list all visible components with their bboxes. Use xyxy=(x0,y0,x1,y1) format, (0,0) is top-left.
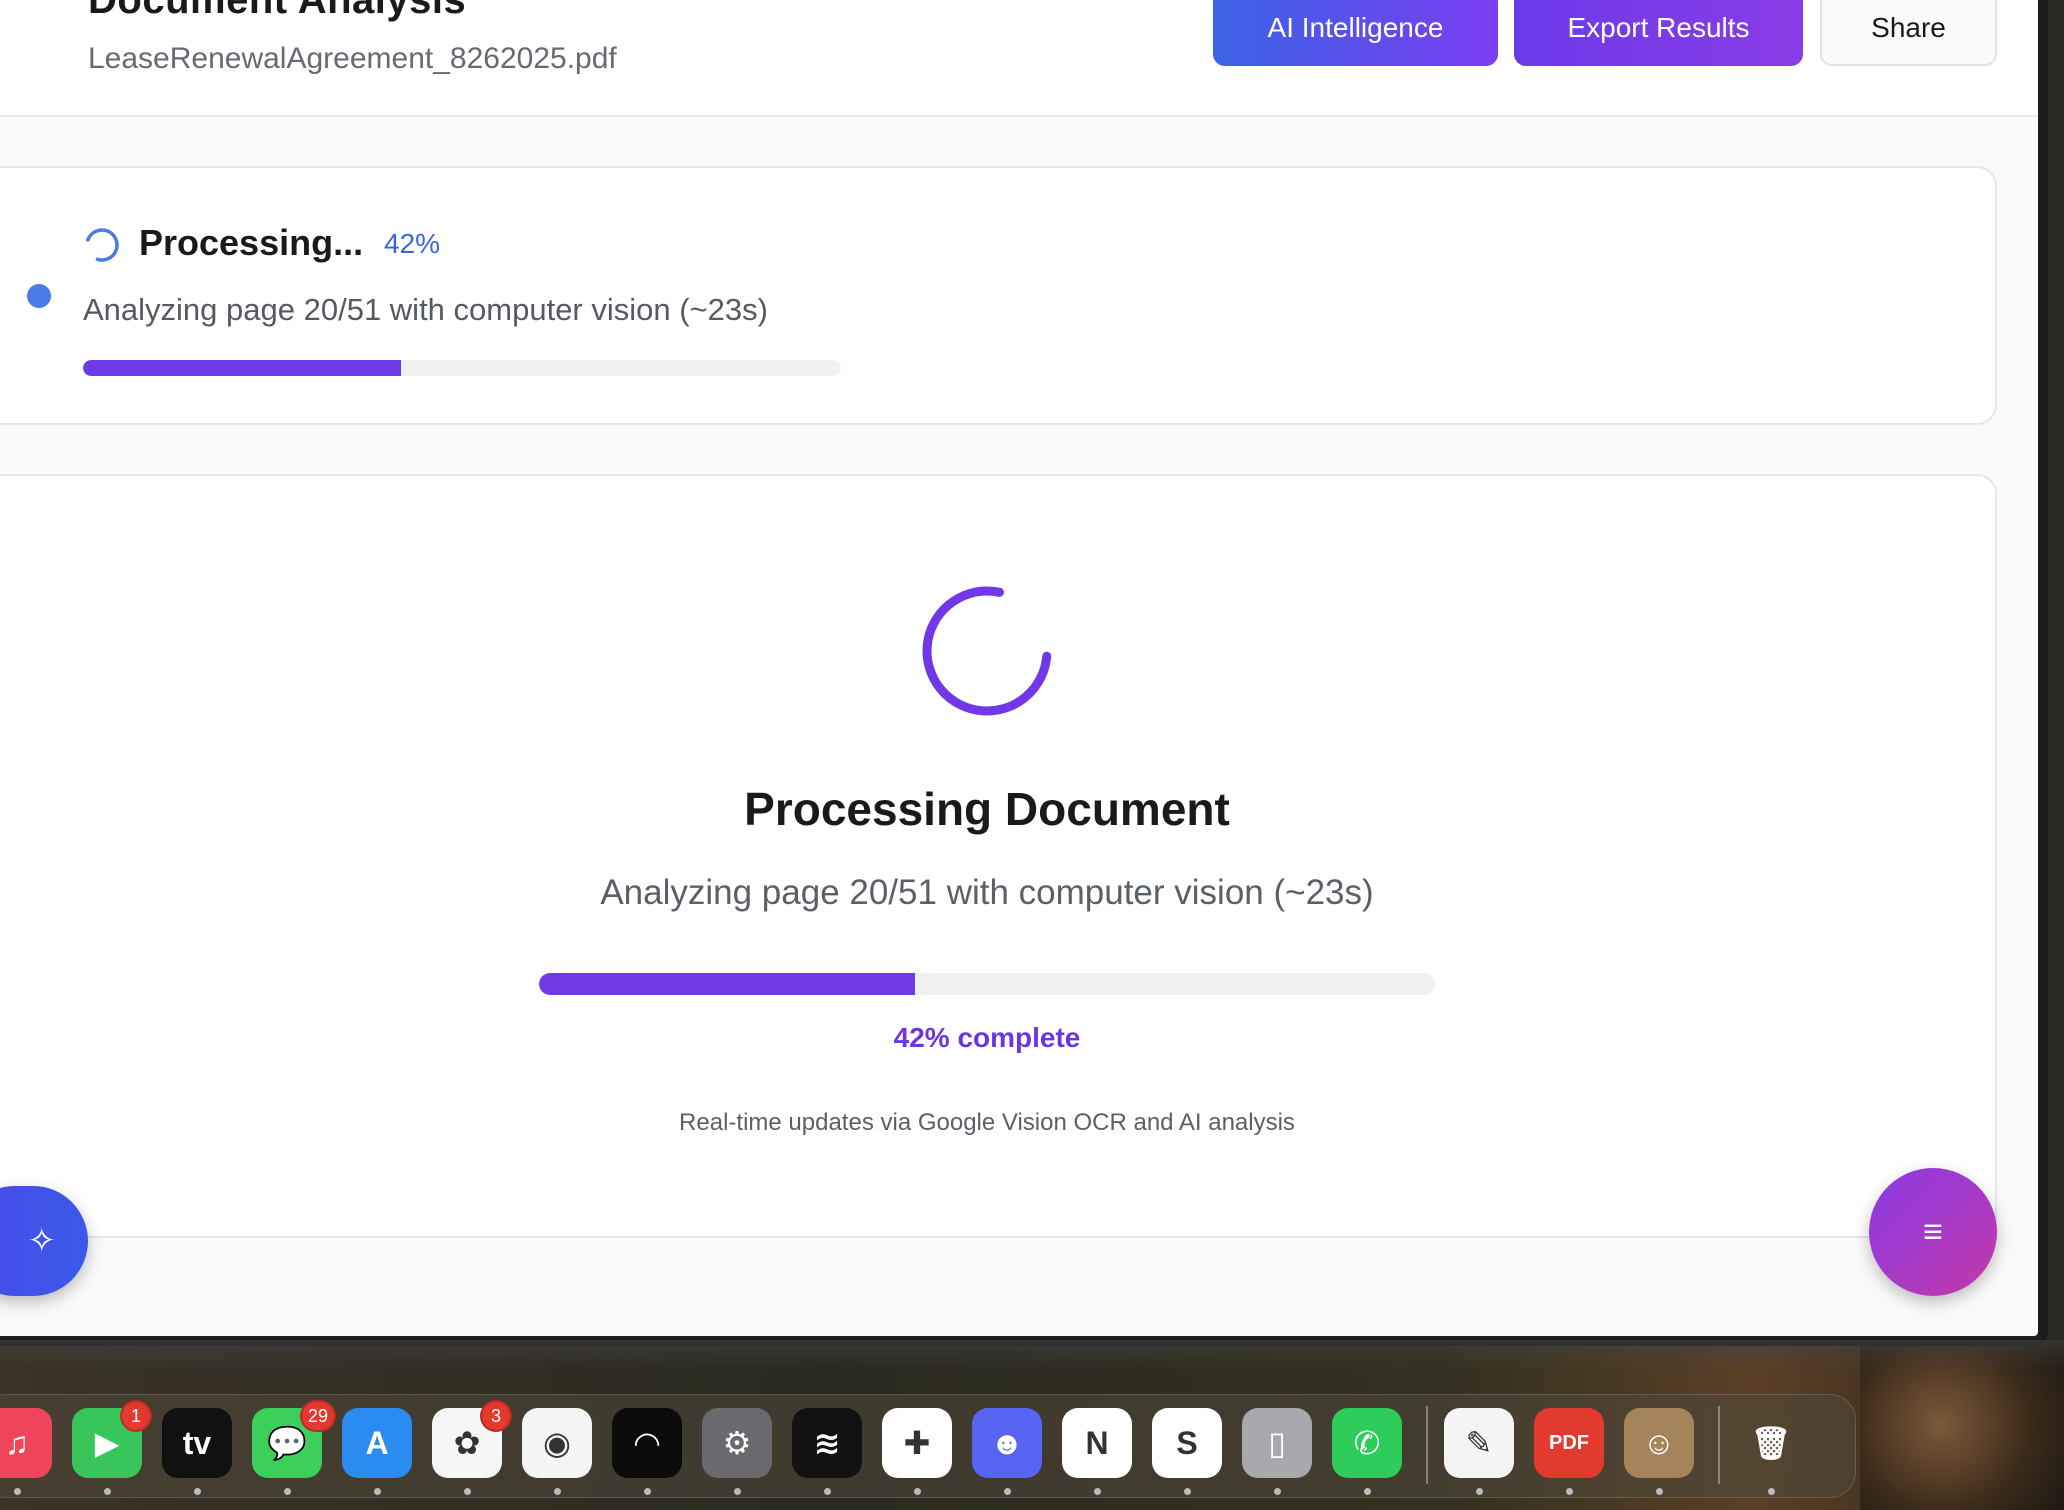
slack-icon: ✚ xyxy=(903,1425,931,1461)
dock-running-indicator xyxy=(1094,1488,1101,1495)
processing-title: Processing Document xyxy=(744,783,1230,835)
dock-item-spotify[interactable]: ≋ xyxy=(792,1408,862,1478)
ai-intelligence-button[interactable]: AI Intelligence xyxy=(1213,0,1498,66)
window-shadow xyxy=(0,1340,2064,1370)
share-button[interactable]: Share xyxy=(1820,0,1997,66)
sparkles-icon: ✧ xyxy=(27,1222,57,1260)
dock-item-app-store[interactable]: A xyxy=(342,1408,412,1478)
dock-running-indicator xyxy=(14,1488,21,1495)
dock-item-apple-tv[interactable]: tv xyxy=(162,1408,232,1478)
dock-running-indicator xyxy=(374,1488,381,1495)
skype-icon: S xyxy=(1176,1424,1198,1461)
app-window: Document Analysis LeaseRenewalAgreement_… xyxy=(0,0,2048,1346)
loading-spinner-icon xyxy=(85,228,119,262)
dock-running-indicator xyxy=(464,1488,471,1495)
dock-item-slack[interactable]: ✚ xyxy=(882,1408,952,1478)
dock-running-indicator xyxy=(734,1488,741,1495)
trash-icon: 🗑 xyxy=(1750,1425,1792,1461)
system-settings-icon: ⚙ xyxy=(722,1425,752,1461)
dock-running-indicator xyxy=(104,1488,111,1495)
progress-percent-label: 42% complete xyxy=(893,1022,1081,1053)
discord-icon: ☻ xyxy=(990,1424,1024,1461)
dock-item-textedit[interactable]: ✎ xyxy=(1444,1408,1514,1478)
status-progress-fill xyxy=(83,360,402,376)
news-icon: N xyxy=(1085,1424,1109,1461)
wave-app-icon: ◠ xyxy=(634,1425,660,1461)
dock-item-chrome[interactable]: ◉ xyxy=(522,1408,592,1478)
dock-item-iphone-mirroring[interactable]: ▯ xyxy=(1242,1408,1312,1478)
loading-spinner-large-icon xyxy=(922,586,1052,716)
dock-running-indicator xyxy=(554,1488,561,1495)
dock-separator xyxy=(1718,1406,1720,1484)
realtime-note: Real-time updates via Google Vision OCR … xyxy=(679,1109,1295,1136)
photos-icon: ✿ xyxy=(453,1425,481,1461)
dock-item-trash[interactable]: 🗑 xyxy=(1736,1408,1806,1478)
dock-running-indicator xyxy=(1274,1488,1281,1495)
menu-icon: ≡ xyxy=(1923,1212,1943,1251)
main-progress-bar xyxy=(539,973,1435,995)
status-percent: 42% xyxy=(384,228,441,259)
contacts-icon: ☺ xyxy=(1642,1424,1676,1461)
dock-item-skype[interactable]: S xyxy=(1152,1408,1222,1478)
dock-badge: 3 xyxy=(480,1400,512,1432)
dock-running-indicator xyxy=(194,1488,201,1495)
dock-running-indicator xyxy=(1004,1488,1011,1495)
facetime-icon: ▶ xyxy=(94,1425,120,1461)
dock-badge: 29 xyxy=(300,1400,337,1432)
dock-running-indicator xyxy=(1768,1488,1775,1495)
status-dot-icon xyxy=(27,284,51,308)
status-title: Processing... xyxy=(139,222,364,263)
dock-running-indicator xyxy=(914,1488,921,1495)
dock-item-discord[interactable]: ☻ xyxy=(972,1408,1042,1478)
dock-running-indicator xyxy=(644,1488,651,1495)
dock-badge: 1 xyxy=(120,1400,152,1432)
export-results-button[interactable]: Export Results xyxy=(1514,0,1803,66)
status-message: Analyzing page 20/51 with computer visio… xyxy=(83,292,768,327)
file-name: LeaseRenewalAgreement_8262025.pdf xyxy=(88,42,617,75)
pdf-editor-icon: PDF xyxy=(1549,1431,1589,1454)
iphone-mirroring-icon: ▯ xyxy=(1268,1425,1286,1461)
main-progress-fill xyxy=(539,973,916,995)
dock-item-contacts[interactable]: ☺ xyxy=(1624,1408,1694,1478)
dock-running-indicator xyxy=(1184,1488,1191,1495)
dock-item-wave-app[interactable]: ◠ xyxy=(612,1408,682,1478)
dock-item-news[interactable]: N xyxy=(1062,1408,1132,1478)
dock-running-indicator xyxy=(1656,1488,1663,1495)
dock-item-system-settings[interactable]: ⚙ xyxy=(702,1408,772,1478)
apple-tv-icon: tv xyxy=(182,1424,212,1461)
menu-fab[interactable]: ≡ xyxy=(1869,1168,1997,1296)
dock-running-indicator xyxy=(284,1488,291,1495)
status-progress-bar xyxy=(83,360,841,376)
page-title: Document Analysis xyxy=(88,0,467,22)
dock-running-indicator xyxy=(1566,1488,1573,1495)
messages-icon: 💬 xyxy=(267,1425,307,1461)
dock-item-whatsapp[interactable]: ✆ xyxy=(1332,1408,1402,1478)
whatsapp-icon: ✆ xyxy=(1353,1425,1381,1461)
textedit-icon: ✎ xyxy=(1465,1425,1493,1461)
dock-running-indicator xyxy=(824,1488,831,1495)
dock-separator xyxy=(1426,1406,1428,1484)
spotify-icon: ≋ xyxy=(813,1425,841,1461)
dock-running-indicator xyxy=(1364,1488,1371,1495)
chrome-icon: ◉ xyxy=(543,1425,571,1461)
page-header: Document Analysis LeaseRenewalAgreement_… xyxy=(0,0,2038,117)
app-store-icon: A xyxy=(365,1424,389,1461)
dock-running-indicator xyxy=(1476,1488,1483,1495)
processing-message: Analyzing page 20/51 with computer visio… xyxy=(600,873,1374,912)
dock-item-music[interactable]: ♫ xyxy=(0,1408,52,1478)
music-icon: ♫ xyxy=(5,1424,29,1461)
dock-item-pdf-editor[interactable]: PDF xyxy=(1534,1408,1604,1478)
